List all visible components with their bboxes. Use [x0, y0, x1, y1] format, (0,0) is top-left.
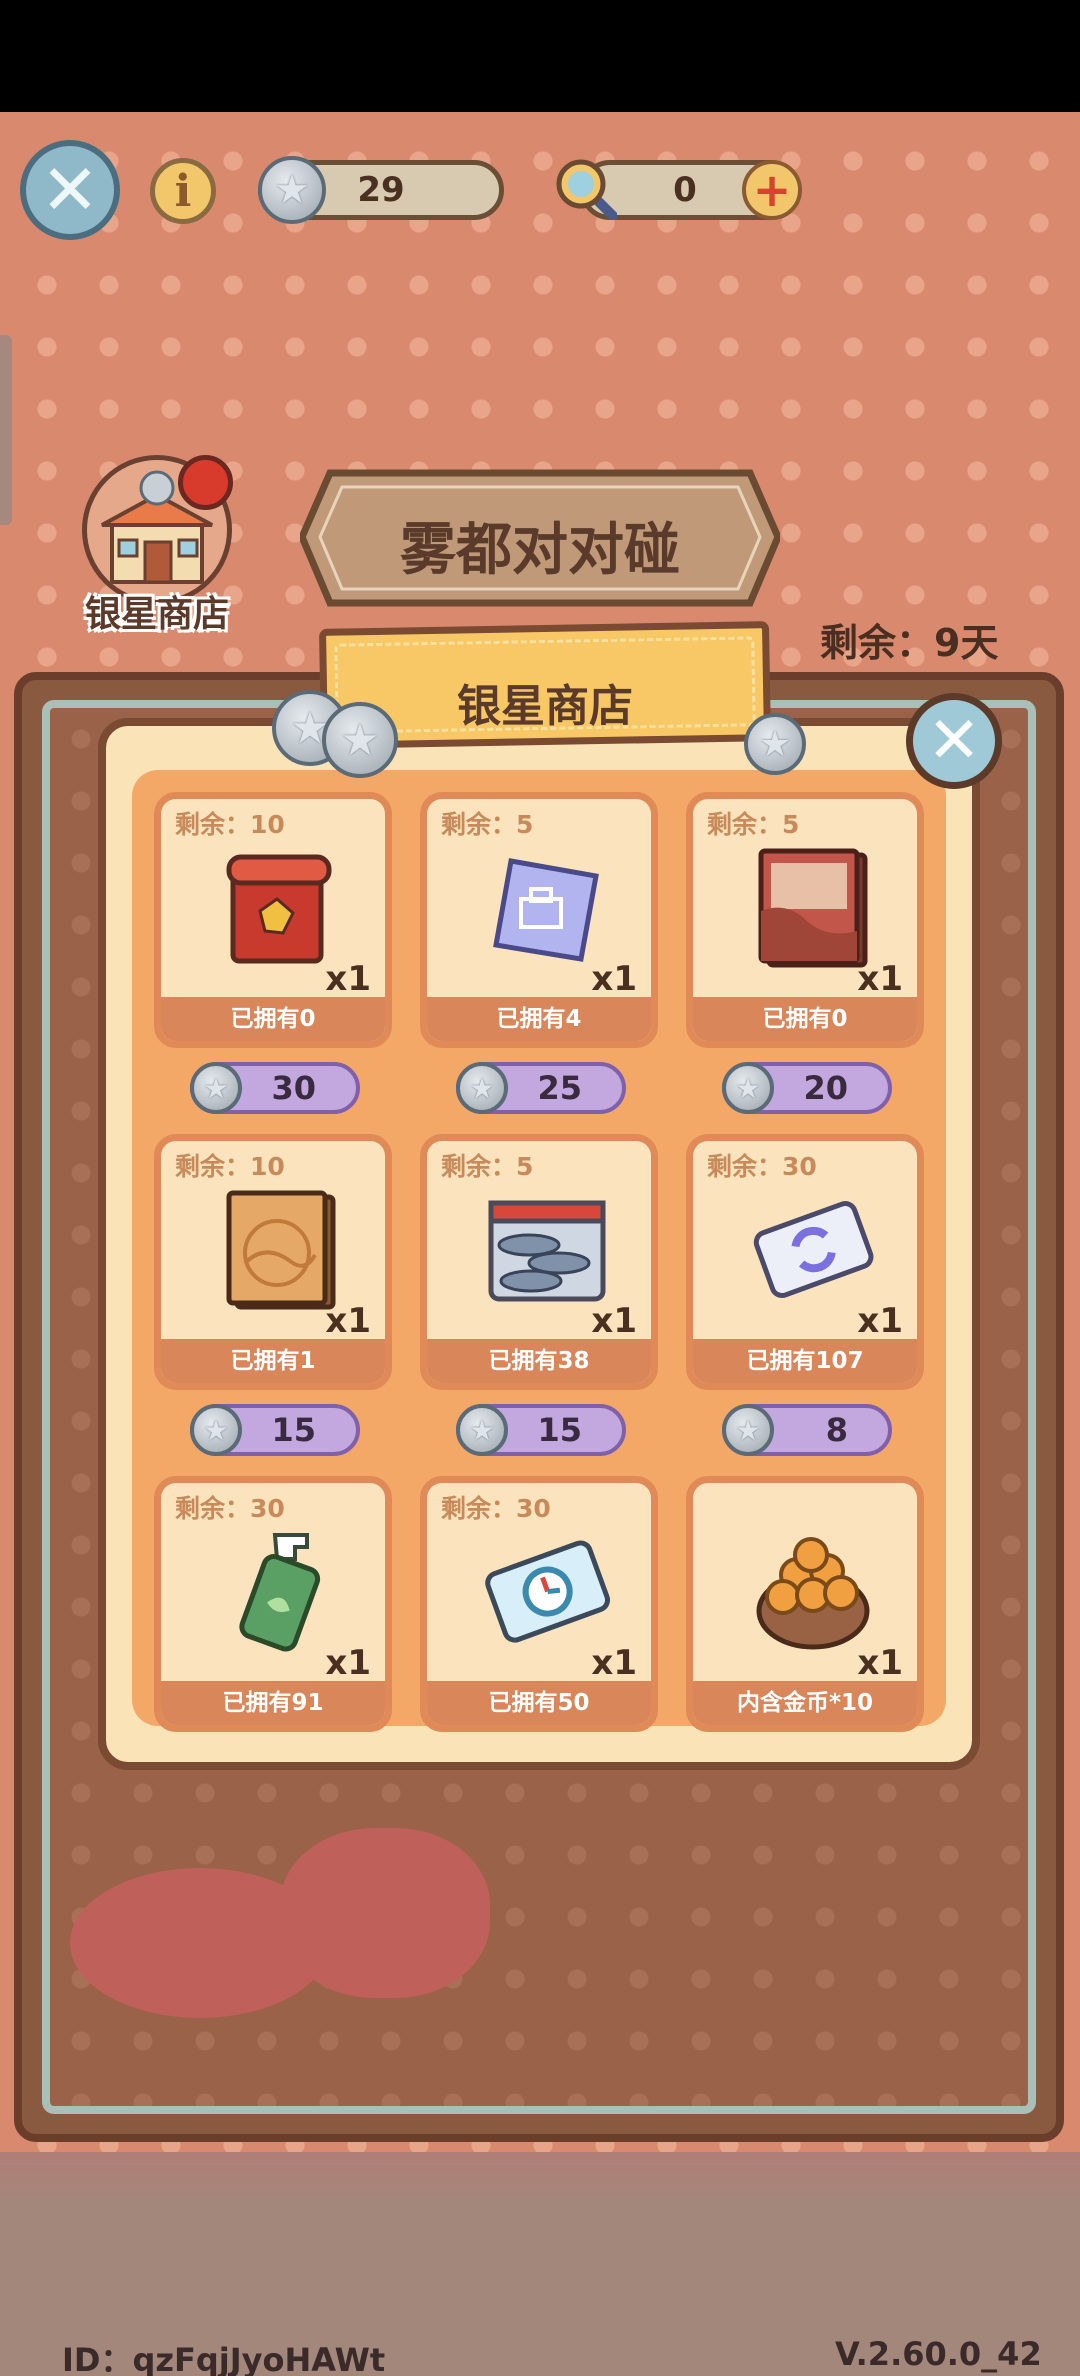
item-quantity: x1 — [325, 1301, 371, 1341]
item-price: 15 — [271, 1411, 316, 1449]
item-remaining: 剩余：10 — [175, 1152, 285, 1181]
item-remaining: 剩余：30 — [707, 1152, 817, 1181]
shop-item-card[interactable]: 剩余：10 x1 已拥有1 — [154, 1134, 392, 1390]
add-magnifier-button[interactable]: + — [742, 160, 802, 220]
item-quantity: x1 — [591, 1643, 637, 1683]
item-remaining: 剩余：5 — [441, 810, 534, 839]
board-decoration — [280, 1828, 490, 1998]
item-owned: 已拥有1 — [161, 1339, 385, 1383]
remaining-days: 剩余：9天 — [820, 621, 999, 665]
gold-coin-bag-icon — [756, 1537, 870, 1650]
silver-star-count: 29 — [357, 170, 405, 210]
item-price-button[interactable]: ★ 15 — [190, 1404, 360, 1456]
item-quantity: x1 — [325, 1643, 371, 1683]
fish-crate-icon — [488, 1200, 606, 1302]
item-price: 25 — [537, 1069, 582, 1107]
shop-item-card[interactable]: x1 内含金币*10 — [686, 1476, 924, 1732]
item-remaining: 剩余：30 — [175, 1494, 285, 1523]
magnifier-count: 0 — [673, 170, 697, 210]
close-icon: ✕ — [40, 149, 100, 231]
shop-button-label: 银星商店 — [84, 594, 229, 635]
item-owned: 已拥有38 — [427, 1339, 651, 1383]
item-owned: 已拥有0 — [693, 997, 917, 1041]
shop-item-card[interactable]: 剩余：30 x1 已拥有107 — [686, 1134, 924, 1390]
shop-item-card[interactable]: 剩余：5 x1 已拥有38 — [420, 1134, 658, 1390]
silver-star-coin-icon: ★ — [456, 1404, 508, 1456]
item-price-button[interactable]: ★ 20 — [722, 1062, 892, 1114]
item-remaining: 剩余：5 — [707, 810, 800, 839]
item-price: 20 — [803, 1069, 848, 1107]
item-owned: 内含金币*10 — [693, 1681, 917, 1725]
close-event-button[interactable]: ✕ — [20, 140, 120, 240]
player-id: ID：qzFqjJyoHAWt — [62, 2341, 386, 2376]
info-button[interactable]: i — [150, 158, 216, 224]
app-version: V.2.60.0_42 — [835, 2335, 1042, 2373]
close-shop-button[interactable]: ✕ — [906, 693, 1002, 789]
spray-bottle-icon — [239, 1533, 321, 1652]
clock-card-icon — [485, 1540, 611, 1643]
shop-item-card[interactable]: 剩余：30 x1 已拥有50 — [420, 1476, 658, 1732]
item-owned: 已拥有0 — [161, 997, 385, 1041]
item-owned: 已拥有50 — [427, 1681, 651, 1725]
silver-star-coin-icon: ★ — [456, 1062, 508, 1114]
item-remaining: 剩余：30 — [441, 1494, 551, 1523]
item-quantity: x1 — [325, 959, 371, 999]
shop-item-card[interactable]: 剩余：10 x1 已拥有0 — [154, 792, 392, 1048]
close-icon: ✕ — [927, 704, 981, 778]
item-price-button[interactable]: ★ 30 — [190, 1062, 360, 1114]
silver-coin-decoration-icon: ★ — [322, 702, 398, 778]
item-price: 15 — [537, 1411, 582, 1449]
blueprint-scroll-icon — [493, 858, 599, 962]
silver-star-coin-icon: ★ — [258, 156, 326, 224]
item-remaining: 剩余：10 — [175, 810, 285, 839]
item-owned: 已拥有107 — [693, 1339, 917, 1383]
item-price: 30 — [271, 1069, 316, 1107]
item-price: 8 — [825, 1411, 848, 1449]
item-owned: 已拥有91 — [161, 1681, 385, 1725]
orange-book-icon — [226, 1190, 336, 1310]
edge-handle — [0, 335, 12, 525]
refresh-card-icon — [753, 1201, 874, 1299]
item-price-button[interactable]: ★ 25 — [456, 1062, 626, 1114]
item-price-button[interactable]: ★ 15 — [456, 1404, 626, 1456]
silver-star-coin-icon: ★ — [722, 1062, 774, 1114]
silver-coin-decoration-icon: ★ — [744, 713, 806, 775]
item-quantity: x1 — [857, 959, 903, 999]
shop-item-card[interactable]: 剩余：30 x1 已拥有91 — [154, 1476, 392, 1732]
magnifier-icon — [556, 159, 617, 220]
red-book-icon — [758, 848, 868, 968]
item-quantity: x1 — [857, 1301, 903, 1341]
notification-dot — [178, 455, 233, 510]
silver-star-coin-icon: ★ — [190, 1404, 242, 1456]
item-owned: 已拥有4 — [427, 997, 651, 1041]
shop-item-card[interactable]: 剩余：5 x1 已拥有4 — [420, 792, 658, 1048]
item-quantity: x1 — [591, 959, 637, 999]
silver-star-coin-icon: ★ — [190, 1062, 242, 1114]
item-remaining: 剩余：5 — [441, 1152, 534, 1181]
event-title: 雾都对对碰 — [400, 518, 680, 583]
red-scroll-icon — [226, 854, 332, 964]
item-quantity: x1 — [857, 1643, 903, 1683]
shop-item-card[interactable]: 剩余：5 x1 已拥有0 — [686, 792, 924, 1048]
silver-star-coin-icon: ★ — [722, 1404, 774, 1456]
item-price-button[interactable]: ★ 8 — [722, 1404, 892, 1456]
item-quantity: x1 — [591, 1301, 637, 1341]
